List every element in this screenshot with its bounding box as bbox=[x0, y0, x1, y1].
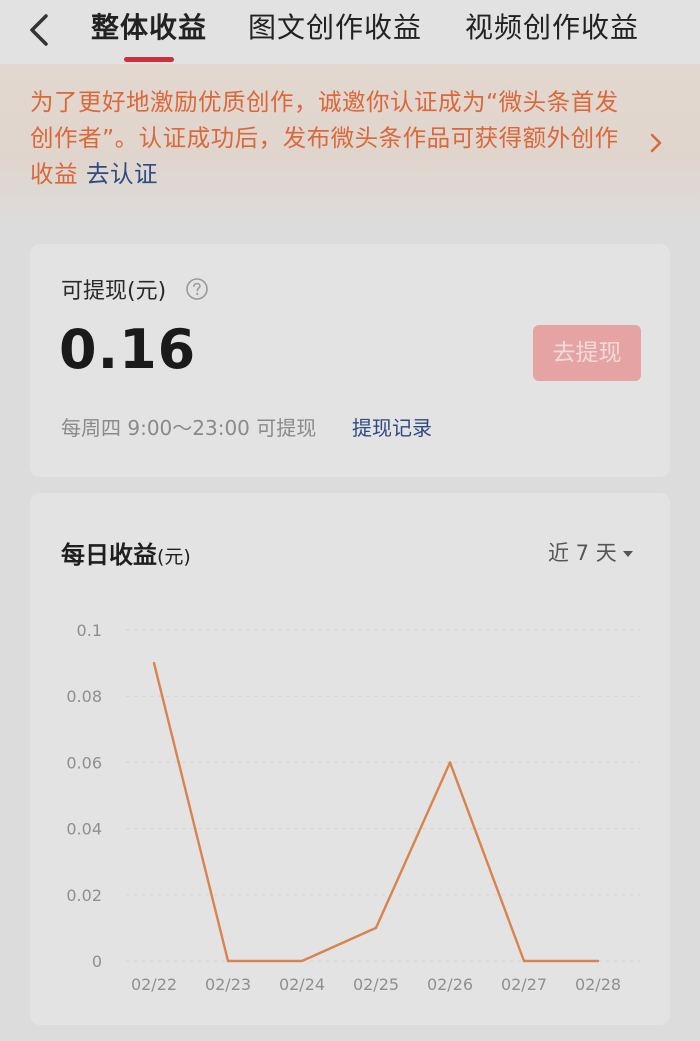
withdraw-schedule: 每周四 9:00～23:00 可提现 bbox=[61, 416, 317, 440]
x-tick-label: 02/24 bbox=[279, 975, 325, 994]
x-tick-label: 02/22 bbox=[131, 975, 177, 994]
balance-amount: 0.16 bbox=[59, 318, 197, 381]
certification-banner[interactable]: 为了更好地激励优质创作，诚邀你认证成为“微头条首发创作者”。认证成功后，发布微头… bbox=[0, 64, 700, 222]
y-tick-label: 0 bbox=[92, 952, 102, 971]
x-tick-label: 02/23 bbox=[205, 975, 251, 994]
x-tick-label: 02/26 bbox=[427, 975, 473, 994]
data-point bbox=[448, 761, 452, 764]
help-icon[interactable] bbox=[185, 277, 209, 301]
y-tick-label: 0.1 bbox=[77, 621, 102, 640]
data-point bbox=[522, 959, 526, 963]
y-tick-label: 0.02 bbox=[66, 886, 102, 905]
daily-income-chart: 0 0.02 0.04 0.06 0.08 0.1 02/22 02/23 02/24 02/25… bbox=[66, 621, 640, 994]
x-tick-label: 02/25 bbox=[353, 975, 399, 994]
x-tick-label: 02/27 bbox=[501, 975, 547, 994]
withdraw-records-link[interactable]: 提现记录 bbox=[352, 412, 432, 441]
balance-card: 可提现(元) 0.16 去提现 每周四 9:00～23:00 可提现 提现记录 bbox=[30, 244, 670, 477]
data-point bbox=[152, 661, 156, 665]
x-tick-label: 02/28 bbox=[575, 975, 621, 994]
go-certify-link[interactable]: 去认证 bbox=[86, 160, 158, 188]
active-tab-indicator bbox=[124, 57, 174, 62]
data-point bbox=[226, 959, 230, 963]
banner-text-block: 为了更好地激励优质创作，诚邀你认证成为“微头条首发创作者”。认证成功后，发布微头… bbox=[30, 84, 640, 192]
daily-income-card: 每日收益(元) 近 7 天 0 0.02 0.04 0.06 0.08 0.1 02/22 0… bbox=[30, 493, 670, 1025]
y-tick-label: 0.06 bbox=[66, 753, 102, 772]
back-icon[interactable] bbox=[22, 10, 56, 50]
chevron-right-icon[interactable] bbox=[646, 130, 666, 156]
tab-article-income[interactable]: 图文创作收益 bbox=[248, 8, 422, 48]
y-tick-label: 0.08 bbox=[66, 687, 102, 706]
y-tick-label: 0.04 bbox=[66, 820, 102, 839]
withdraw-button[interactable]: 去提现 bbox=[533, 325, 641, 381]
series-line bbox=[152, 662, 598, 963]
withdrawable-label: 可提现(元) bbox=[61, 279, 167, 304]
data-point bbox=[596, 959, 600, 963]
data-point bbox=[374, 926, 378, 930]
header: 整体收益 图文创作收益 视频创作收益 bbox=[0, 0, 700, 64]
tab-overall-income[interactable]: 整体收益 bbox=[91, 8, 207, 48]
data-point bbox=[300, 959, 304, 963]
tab-video-income[interactable]: 视频创作收益 bbox=[465, 8, 639, 48]
